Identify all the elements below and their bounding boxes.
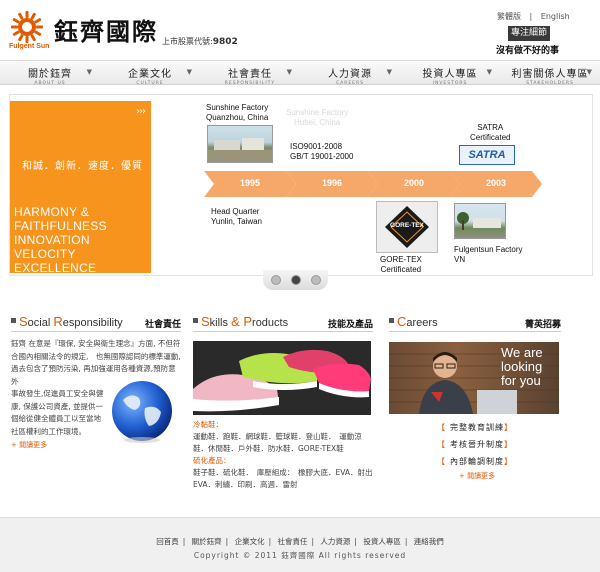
section-header: Careers 菁英招募: [389, 312, 561, 332]
language-switch: 繁體版 | English: [497, 12, 570, 21]
nav-responsibility[interactable]: 社會責任 RESPONSIBILITY ▼: [200, 61, 300, 86]
goretex-logo: GORE-TEX: [376, 201, 438, 253]
header: Fulgent Sun 鈺齊國際 上市股票代號:9802 繁體版 | Engli…: [0, 0, 600, 60]
chevron-down-icon: ▼: [86, 68, 92, 76]
product-category: 硫化產品：: [193, 456, 231, 465]
section-title-zh: 菁英招募: [524, 320, 561, 330]
product-list: 冷黏鞋： 運動鞋．跑鞋．網球鞋．籃球鞋．登山鞋． 運動涼 鞋．休閒鞋．戶外鞋．防…: [193, 420, 373, 489]
section-title-en: Social Responsibility: [19, 314, 123, 329]
slogan: 沒有做不好的事: [496, 46, 560, 56]
slider-pager: [263, 270, 328, 290]
year-2003[interactable]: 2003: [455, 171, 547, 195]
hero-banner: ››› 和誠．創新．速度．優質 HARMONY & FAITHFULNESS I…: [9, 94, 593, 276]
label-hq: Head Quarter Yunlin, Taiwan: [211, 207, 262, 226]
chevron-down-icon: ▼: [186, 68, 192, 76]
motto-zh: 和誠．創新．速度．優質: [22, 161, 143, 172]
chevron-down-icon: ▼: [286, 68, 292, 76]
label-goretex: GORE-TEX Certificated: [380, 255, 422, 274]
globe-icon: [112, 381, 172, 443]
career-link-training[interactable]: 【完整教育訓練】: [437, 419, 561, 436]
label-quanzhou: Sunshine Factory Quanzhou, China: [206, 103, 269, 122]
section-header: Social Responsibility 社會責任: [11, 312, 181, 332]
label-hubei: Sunshine Factory Hubei, China: [286, 108, 349, 127]
skills-products-section: Skills & Products 技能及產品 冷黏鞋： 運動鞋．跑鞋．網球鞋．…: [193, 312, 373, 491]
careers-read-more-link[interactable]: + 閱讀更多: [437, 471, 561, 481]
year-1996[interactable]: 1996: [291, 171, 383, 195]
factory-photo-vn: [454, 203, 506, 239]
copyright: Copyright © 2011 鈺齊國際 All rights reserve…: [193, 551, 407, 560]
nav-stakeholders[interactable]: 利害關係人專區 STAKEHOLDERS ▼: [500, 61, 600, 86]
career-link-rotation[interactable]: 【內部輪調制度】: [437, 453, 561, 470]
factory-photo-quanzhou: [207, 125, 273, 163]
footer-link-investors[interactable]: 投資人專區: [363, 537, 401, 546]
lang-tc-link[interactable]: 繁體版: [497, 12, 521, 21]
label-iso: ISO9001-2008 GB/T 19001-2000: [290, 142, 354, 161]
footer-link-about[interactable]: 關於鈺齊: [192, 537, 222, 546]
careers-section: Careers 菁英招募 We are looking for you 【完整教…: [389, 312, 561, 481]
slider-dot-1[interactable]: [271, 275, 281, 285]
slider-dot-3[interactable]: [311, 275, 321, 285]
footer-link-contact[interactable]: 連絡我們: [414, 537, 444, 546]
nav-about[interactable]: 關於鈺齊 ABOUT US ▼: [0, 61, 100, 86]
footer-link-home[interactable]: 回首頁: [156, 537, 179, 546]
bullet-square-icon: [193, 318, 198, 323]
section-title-zh: 技能及產品: [327, 320, 373, 330]
footer-link-careers[interactable]: 人力資源: [320, 537, 350, 546]
chevron-down-icon: ▼: [586, 68, 592, 76]
chevron-down-icon: ▼: [386, 68, 392, 76]
footer-link-responsibility[interactable]: 社會責任: [278, 537, 308, 546]
social-responsibility-section: Social Responsibility 社會責任 鈺齊 在意是『環保, 安全…: [11, 312, 181, 450]
main-nav: 關於鈺齊 ABOUT US ▼ 企業文化 CULTURE ▼ 社會責任 RESPONSIB…: [0, 60, 600, 86]
year-1995[interactable]: 1995: [209, 171, 301, 195]
footer-links: 回首頁 | 關於鈺齊 | 企業文化 | 社會責任 | 人力資源 | 投資人專區 | 連絡我們: [156, 537, 444, 546]
footer-link-culture[interactable]: 企業文化: [235, 537, 265, 546]
nav-careers[interactable]: 人力資源 CAREERS ▼: [300, 61, 400, 86]
section-title-zh: 社會責任: [144, 320, 181, 330]
slider-dot-2[interactable]: [291, 275, 301, 285]
stock-code: 上市股票代號:9802: [162, 37, 238, 47]
satra-logo: SATRA: [459, 145, 515, 165]
product-category: 冷黏鞋：: [193, 420, 223, 429]
footer: 回首頁 | 關於鈺齊 | 企業文化 | 社會責任 | 人力資源 | 投資人專區 | 連絡我們…: [0, 517, 600, 572]
nav-culture[interactable]: 企業文化 CULTURE ▼: [100, 61, 200, 86]
bullet-square-icon: [389, 318, 394, 323]
nav-investors[interactable]: 投資人專區 INVESTORS ▼: [400, 61, 500, 86]
focus-badge: 專注細節: [508, 26, 550, 41]
section-title-en: Skills & Products: [201, 314, 289, 329]
careers-photo: We are looking for you: [389, 342, 559, 414]
motto-en: HARMONY & FAITHFULNESS INNOVATION VELOCI…: [14, 205, 107, 275]
careers-links: 【完整教育訓練】 【考核晉升制度】 【內部輪調制度】 + 閱讀更多: [389, 419, 561, 481]
year-2000[interactable]: 2000: [373, 171, 465, 195]
lang-en-link[interactable]: English: [541, 12, 570, 21]
label-vn: Fulgentsun Factory VN: [454, 245, 523, 264]
label-satra: SATRA Certificated: [470, 123, 511, 142]
section-header: Skills & Products 技能及產品: [193, 312, 373, 332]
career-link-promotion[interactable]: 【考核晉升制度】: [437, 436, 561, 453]
chevron-down-icon: ▼: [486, 68, 492, 76]
careers-photo-caption: We are looking for you: [501, 345, 543, 388]
motto-panel: ››› 和誠．創新．速度．優質 HARMONY & FAITHFULNESS I…: [10, 101, 151, 275]
fulgent-sun-logo-icon[interactable]: [10, 10, 44, 44]
brand-name[interactable]: 鈺齊國際: [54, 12, 158, 47]
arrows-icon: ›››: [136, 106, 146, 117]
section-title-en: Careers: [397, 314, 438, 329]
logo-text: Fulgent Sun: [9, 43, 50, 50]
shoes-photo: [193, 341, 371, 415]
bullet-square-icon: [11, 318, 16, 323]
